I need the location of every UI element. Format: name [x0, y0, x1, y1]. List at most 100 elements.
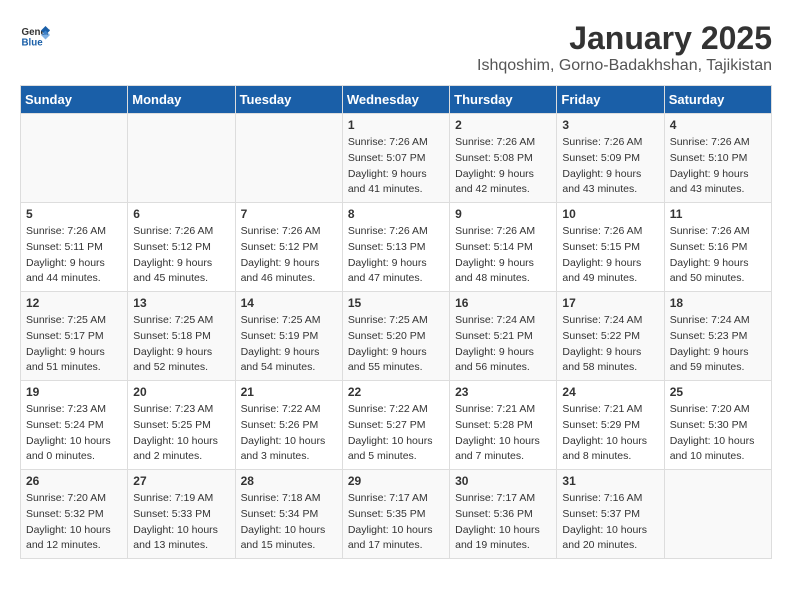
day-info: Sunrise: 7:26 AM Sunset: 5:10 PM Dayligh…: [670, 135, 767, 198]
day-number: 21: [241, 385, 338, 399]
calendar-cell: 5Sunrise: 7:26 AM Sunset: 5:11 PM Daylig…: [21, 203, 128, 292]
day-number: 5: [26, 207, 123, 221]
day-info: Sunrise: 7:26 AM Sunset: 5:08 PM Dayligh…: [455, 135, 552, 198]
day-info: Sunrise: 7:16 AM Sunset: 5:37 PM Dayligh…: [562, 491, 659, 554]
day-number: 16: [455, 296, 552, 310]
calendar-cell: 4 Sunrise: 7:26 AM Sunset: 5:10 PM Daylig…: [664, 114, 771, 203]
calendar-cell: [21, 114, 128, 203]
day-number: 23: [455, 385, 552, 399]
day-info: Sunrise: 7:24 AM Sunset: 5:23 PM Dayligh…: [670, 313, 767, 376]
col-header-thursday: Thursday: [450, 86, 557, 114]
calendar-table: SundayMondayTuesdayWednesdayThursdayFrid…: [20, 85, 772, 559]
day-number: 12: [26, 296, 123, 310]
day-info: Sunrise: 7:26 AM Sunset: 5:09 PM Dayligh…: [562, 135, 659, 198]
day-number: 17: [562, 296, 659, 310]
calendar-cell: 13 Sunrise: 7:25 AM Sunset: 5:18 PM Dayli…: [128, 292, 235, 381]
day-number: 10: [562, 207, 659, 221]
calendar-cell: 26 Sunrise: 7:20 AM Sunset: 5:32 PM Dayli…: [21, 470, 128, 559]
day-info: Sunrise: 7:23 AM Sunset: 5:24 PM Dayligh…: [26, 402, 123, 465]
col-header-wednesday: Wednesday: [342, 86, 449, 114]
day-number: 20: [133, 385, 230, 399]
page-title: January 2025: [477, 20, 772, 57]
day-info: Sunrise: 7:17 AM Sunset: 5:35 PM Dayligh…: [348, 491, 445, 554]
calendar-cell: 18Sunrise: 7:24 AM Sunset: 5:23 PM Dayli…: [664, 292, 771, 381]
col-header-saturday: Saturday: [664, 86, 771, 114]
day-number: 4: [670, 118, 767, 132]
calendar-cell: 15Sunrise: 7:25 AM Sunset: 5:20 PM Dayli…: [342, 292, 449, 381]
calendar-cell: 2 Sunrise: 7:26 AM Sunset: 5:08 PM Daylig…: [450, 114, 557, 203]
calendar-cell: [128, 114, 235, 203]
day-number: 22: [348, 385, 445, 399]
day-number: 11: [670, 207, 767, 221]
col-header-monday: Monday: [128, 86, 235, 114]
calendar-cell: 1Sunrise: 7:26 AM Sunset: 5:07 PM Daylig…: [342, 114, 449, 203]
calendar-cell: 31 Sunrise: 7:16 AM Sunset: 5:37 PM Dayli…: [557, 470, 664, 559]
calendar-cell: 28Sunrise: 7:18 AM Sunset: 5:34 PM Dayli…: [235, 470, 342, 559]
calendar-cell: [664, 470, 771, 559]
day-number: 29: [348, 474, 445, 488]
calendar-cell: 11 Sunrise: 7:26 AM Sunset: 5:16 PM Dayli…: [664, 203, 771, 292]
logo-icon: General Blue: [20, 20, 50, 50]
day-info: Sunrise: 7:17 AM Sunset: 5:36 PM Dayligh…: [455, 491, 552, 554]
calendar-cell: 25Sunrise: 7:20 AM Sunset: 5:30 PM Dayli…: [664, 381, 771, 470]
day-number: 2: [455, 118, 552, 132]
day-info: Sunrise: 7:19 AM Sunset: 5:33 PM Dayligh…: [133, 491, 230, 554]
day-info: Sunrise: 7:26 AM Sunset: 5:16 PM Dayligh…: [670, 224, 767, 287]
day-info: Sunrise: 7:25 AM Sunset: 5:18 PM Dayligh…: [133, 313, 230, 376]
day-info: Sunrise: 7:20 AM Sunset: 5:32 PM Dayligh…: [26, 491, 123, 554]
calendar-cell: 14Sunrise: 7:25 AM Sunset: 5:19 PM Dayli…: [235, 292, 342, 381]
calendar-week-2: 5Sunrise: 7:26 AM Sunset: 5:11 PM Daylig…: [21, 203, 772, 292]
day-number: 24: [562, 385, 659, 399]
day-info: Sunrise: 7:25 AM Sunset: 5:17 PM Dayligh…: [26, 313, 123, 376]
day-info: Sunrise: 7:24 AM Sunset: 5:22 PM Dayligh…: [562, 313, 659, 376]
day-number: 30: [455, 474, 552, 488]
calendar-cell: 22 Sunrise: 7:22 AM Sunset: 5:27 PM Dayli…: [342, 381, 449, 470]
day-info: Sunrise: 7:24 AM Sunset: 5:21 PM Dayligh…: [455, 313, 552, 376]
calendar-cell: 24 Sunrise: 7:21 AM Sunset: 5:29 PM Dayli…: [557, 381, 664, 470]
calendar-cell: 9 Sunrise: 7:26 AM Sunset: 5:14 PM Daylig…: [450, 203, 557, 292]
day-info: Sunrise: 7:18 AM Sunset: 5:34 PM Dayligh…: [241, 491, 338, 554]
calendar-cell: [235, 114, 342, 203]
calendar-cell: 17 Sunrise: 7:24 AM Sunset: 5:22 PM Dayli…: [557, 292, 664, 381]
calendar-header-row: SundayMondayTuesdayWednesdayThursdayFrid…: [21, 86, 772, 114]
day-info: Sunrise: 7:26 AM Sunset: 5:13 PM Dayligh…: [348, 224, 445, 287]
day-info: Sunrise: 7:22 AM Sunset: 5:27 PM Dayligh…: [348, 402, 445, 465]
calendar-cell: 12 Sunrise: 7:25 AM Sunset: 5:17 PM Dayli…: [21, 292, 128, 381]
day-number: 27: [133, 474, 230, 488]
day-number: 8: [348, 207, 445, 221]
day-number: 9: [455, 207, 552, 221]
day-number: 14: [241, 296, 338, 310]
day-info: Sunrise: 7:21 AM Sunset: 5:29 PM Dayligh…: [562, 402, 659, 465]
day-number: 26: [26, 474, 123, 488]
col-header-sunday: Sunday: [21, 86, 128, 114]
calendar-cell: 10Sunrise: 7:26 AM Sunset: 5:15 PM Dayli…: [557, 203, 664, 292]
day-number: 25: [670, 385, 767, 399]
svg-text:Blue: Blue: [22, 38, 44, 49]
calendar-cell: 6Sunrise: 7:26 AM Sunset: 5:12 PM Daylig…: [128, 203, 235, 292]
page-subtitle: Ishqoshim, Gorno-Badakhshan, Tajikistan: [477, 57, 772, 75]
day-number: 13: [133, 296, 230, 310]
day-number: 6: [133, 207, 230, 221]
day-info: Sunrise: 7:22 AM Sunset: 5:26 PM Dayligh…: [241, 402, 338, 465]
logo: General Blue: [20, 20, 50, 50]
calendar-week-1: 1Sunrise: 7:26 AM Sunset: 5:07 PM Daylig…: [21, 114, 772, 203]
day-number: 7: [241, 207, 338, 221]
day-number: 19: [26, 385, 123, 399]
calendar-cell: 7 Sunrise: 7:26 AM Sunset: 5:12 PM Daylig…: [235, 203, 342, 292]
calendar-cell: 16 Sunrise: 7:24 AM Sunset: 5:21 PM Dayli…: [450, 292, 557, 381]
day-info: Sunrise: 7:26 AM Sunset: 5:14 PM Dayligh…: [455, 224, 552, 287]
col-header-friday: Friday: [557, 86, 664, 114]
day-info: Sunrise: 7:26 AM Sunset: 5:07 PM Dayligh…: [348, 135, 445, 198]
calendar-week-5: 26 Sunrise: 7:20 AM Sunset: 5:32 PM Dayli…: [21, 470, 772, 559]
col-header-tuesday: Tuesday: [235, 86, 342, 114]
day-info: Sunrise: 7:26 AM Sunset: 5:12 PM Dayligh…: [241, 224, 338, 287]
calendar-week-4: 19 Sunrise: 7:23 AM Sunset: 5:24 PM Dayli…: [21, 381, 772, 470]
title-block: January 2025 Ishqoshim, Gorno-Badakhshan…: [477, 20, 772, 75]
calendar-cell: 20Sunrise: 7:23 AM Sunset: 5:25 PM Dayli…: [128, 381, 235, 470]
day-number: 31: [562, 474, 659, 488]
calendar-cell: 8 Sunrise: 7:26 AM Sunset: 5:13 PM Daylig…: [342, 203, 449, 292]
day-info: Sunrise: 7:21 AM Sunset: 5:28 PM Dayligh…: [455, 402, 552, 465]
calendar-cell: 29 Sunrise: 7:17 AM Sunset: 5:35 PM Dayli…: [342, 470, 449, 559]
calendar-cell: 27 Sunrise: 7:19 AM Sunset: 5:33 PM Dayli…: [128, 470, 235, 559]
calendar-cell: 3Sunrise: 7:26 AM Sunset: 5:09 PM Daylig…: [557, 114, 664, 203]
